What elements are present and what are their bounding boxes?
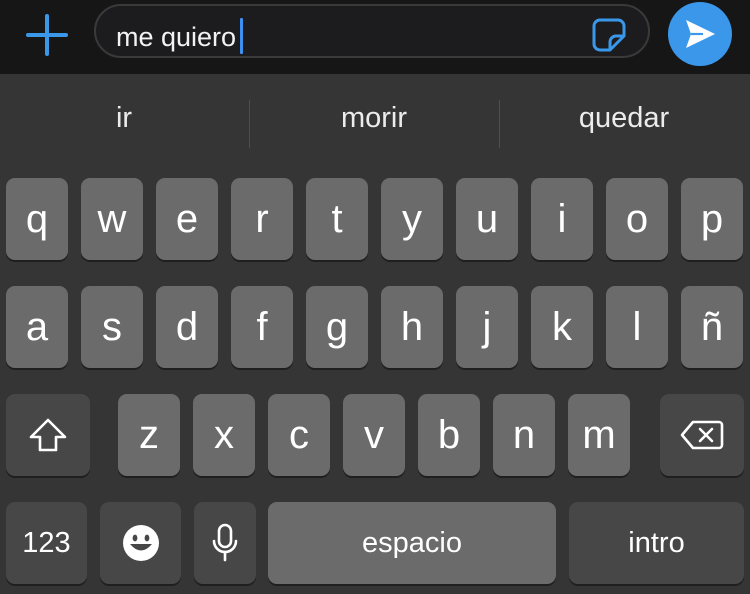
key-label: d bbox=[175, 305, 199, 349]
shift-icon bbox=[29, 418, 67, 452]
key-label: i bbox=[557, 197, 567, 241]
key-label: s bbox=[102, 305, 122, 349]
key-e[interactable]: e bbox=[156, 178, 218, 260]
key-a[interactable]: a bbox=[6, 286, 68, 368]
key-h[interactable]: h bbox=[381, 286, 443, 368]
key-label: espacio bbox=[362, 526, 462, 559]
text-caret bbox=[240, 18, 244, 54]
space-key[interactable]: espacio bbox=[268, 502, 556, 584]
key-label: y bbox=[402, 197, 422, 241]
message-text: me quiero bbox=[116, 18, 244, 54]
key-w[interactable]: w bbox=[81, 178, 143, 260]
predictive-bar: ir morir quedar bbox=[0, 74, 750, 176]
key-label: 123 bbox=[22, 526, 71, 559]
suggestion-divider bbox=[249, 100, 250, 148]
suggestion-3[interactable]: quedar bbox=[524, 102, 724, 142]
key-label: n bbox=[512, 413, 536, 457]
key-x[interactable]: x bbox=[193, 394, 255, 476]
key-o[interactable]: o bbox=[606, 178, 668, 260]
key-d[interactable]: d bbox=[156, 286, 218, 368]
shift-key[interactable] bbox=[6, 394, 90, 476]
numbers-key[interactable]: 123 bbox=[6, 502, 87, 584]
key-n[interactable]: n bbox=[493, 394, 555, 476]
send-button[interactable] bbox=[668, 2, 732, 66]
key-label: c bbox=[289, 413, 309, 457]
key-label: o bbox=[625, 197, 649, 241]
key-label: p bbox=[700, 197, 724, 241]
key-l[interactable]: l bbox=[606, 286, 668, 368]
suggestion-2[interactable]: morir bbox=[274, 102, 474, 142]
key-label: z bbox=[139, 413, 159, 457]
sticker-icon bbox=[592, 18, 626, 52]
key-i[interactable]: i bbox=[531, 178, 593, 260]
key-label: r bbox=[255, 197, 269, 241]
plus-icon bbox=[26, 14, 68, 56]
key-label: e bbox=[175, 197, 199, 241]
key-r[interactable]: r bbox=[231, 178, 293, 260]
key-t[interactable]: t bbox=[306, 178, 368, 260]
backspace-icon bbox=[680, 420, 724, 450]
suggestion-divider bbox=[499, 100, 500, 148]
key-c[interactable]: c bbox=[268, 394, 330, 476]
key-label: k bbox=[552, 305, 572, 349]
key-j[interactable]: j bbox=[456, 286, 518, 368]
delete-key[interactable] bbox=[660, 394, 744, 476]
add-attachment-button[interactable] bbox=[24, 12, 70, 58]
key-label: v bbox=[364, 413, 384, 457]
emoji-key[interactable] bbox=[100, 502, 181, 584]
key-k[interactable]: k bbox=[531, 286, 593, 368]
key-label: f bbox=[256, 305, 268, 349]
key-label: g bbox=[325, 305, 349, 349]
message-field[interactable]: me quiero bbox=[94, 4, 650, 58]
key-label: u bbox=[475, 197, 499, 241]
key-label: h bbox=[400, 305, 424, 349]
key-label: q bbox=[25, 197, 49, 241]
key-u[interactable]: u bbox=[456, 178, 518, 260]
key-label: b bbox=[437, 413, 461, 457]
emoji-icon bbox=[122, 525, 159, 561]
key-label: ñ bbox=[700, 305, 724, 349]
key-q[interactable]: q bbox=[6, 178, 68, 260]
key-v[interactable]: v bbox=[343, 394, 405, 476]
key-label: j bbox=[482, 305, 492, 349]
microphone-icon bbox=[212, 523, 238, 562]
return-key[interactable]: intro bbox=[569, 502, 744, 584]
key-g[interactable]: g bbox=[306, 286, 368, 368]
key-label: w bbox=[97, 197, 127, 241]
key-label: intro bbox=[628, 526, 685, 559]
suggestion-1[interactable]: ir bbox=[24, 102, 224, 142]
send-arrow-icon bbox=[686, 20, 715, 48]
key-f[interactable]: f bbox=[231, 286, 293, 368]
key-label: l bbox=[632, 305, 642, 349]
key-n-tilde[interactable]: ñ bbox=[681, 286, 743, 368]
dictation-key[interactable] bbox=[194, 502, 256, 584]
key-z[interactable]: z bbox=[118, 394, 180, 476]
sticker-button[interactable] bbox=[590, 16, 628, 54]
key-y[interactable]: y bbox=[381, 178, 443, 260]
key-b[interactable]: b bbox=[418, 394, 480, 476]
key-p[interactable]: p bbox=[681, 178, 743, 260]
key-m[interactable]: m bbox=[568, 394, 630, 476]
message-input-bar: me quiero bbox=[0, 0, 750, 74]
key-label: t bbox=[331, 197, 343, 241]
key-label: m bbox=[582, 413, 616, 457]
key-label: x bbox=[214, 413, 234, 457]
key-s[interactable]: s bbox=[81, 286, 143, 368]
key-label: a bbox=[25, 305, 49, 349]
